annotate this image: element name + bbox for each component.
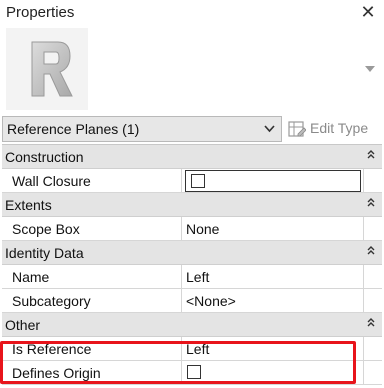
property-value: Left <box>186 341 210 357</box>
edit-type-label: Edit Type <box>310 120 369 136</box>
collapse-icon[interactable] <box>366 244 376 256</box>
group-label: Construction <box>5 149 84 165</box>
collapse-icon[interactable] <box>366 316 376 328</box>
group-label: Identity Data <box>5 245 84 261</box>
property-row-wall-closure: Wall Closure <box>2 169 382 193</box>
property-value-cell <box>183 169 363 193</box>
property-name: Defines Origin <box>12 365 101 381</box>
property-row-defines-origin: Defines Origin <box>2 361 382 385</box>
type-selector-row: Reference Planes (1) Edit Type <box>0 116 384 144</box>
collapse-icon[interactable] <box>366 196 376 208</box>
property-value-cell[interactable]: <None> <box>183 289 363 313</box>
row-edge <box>363 289 382 313</box>
chevron-down-icon <box>264 125 275 133</box>
property-name: Subcategory <box>12 293 91 309</box>
property-name-cell: Scope Box <box>2 217 182 241</box>
property-row-is-reference[interactable]: Is Reference Left <box>2 337 382 361</box>
property-value-cell[interactable]: None <box>183 217 363 241</box>
property-name-cell: Subcategory <box>2 289 182 313</box>
row-edge <box>363 337 382 361</box>
property-value: <None> <box>186 293 236 309</box>
group-header-other[interactable]: Other <box>2 313 382 337</box>
group-label: Extents <box>5 197 52 213</box>
type-selector-dropdown[interactable]: Reference Planes (1) <box>2 116 282 142</box>
property-value-cell[interactable]: Left <box>183 337 363 361</box>
close-icon[interactable]: ✕ <box>358 2 378 22</box>
property-name-cell: Wall Closure <box>2 169 182 193</box>
row-edge <box>363 361 382 385</box>
preview-dropdown-icon[interactable] <box>364 64 376 74</box>
property-value: Left <box>186 269 210 285</box>
property-row-scope-box[interactable]: Scope Box None <box>2 217 382 241</box>
row-edge <box>363 217 382 241</box>
property-name: Wall Closure <box>12 173 91 189</box>
group-label: Other <box>5 317 41 333</box>
wall-closure-editor[interactable] <box>185 170 361 192</box>
defines-origin-checkbox[interactable] <box>187 365 201 379</box>
properties-titlebar: Properties ✕ <box>0 0 384 26</box>
property-value-cell[interactable]: Left <box>183 265 363 289</box>
property-name: Name <box>12 269 50 285</box>
row-edge <box>363 169 382 193</box>
properties-grid: Construction Wall Closure Extents Scope … <box>2 144 382 388</box>
property-name-cell: Is Reference <box>2 337 182 361</box>
group-header-construction[interactable]: Construction <box>2 145 382 169</box>
revit-logo-icon <box>6 28 88 110</box>
row-edge <box>363 265 382 289</box>
property-value-cell <box>183 361 363 385</box>
type-preview[interactable] <box>0 26 384 114</box>
property-name-cell: Name <box>2 265 182 289</box>
collapse-icon[interactable] <box>366 148 376 160</box>
property-row-subcategory[interactable]: Subcategory <None> <box>2 289 382 313</box>
group-header-extents[interactable]: Extents <box>2 193 382 217</box>
property-name: Scope Box <box>12 221 80 237</box>
wall-closure-checkbox[interactable] <box>191 174 205 188</box>
property-name-cell: Defines Origin <box>2 361 182 385</box>
type-selector-value: Reference Planes (1) <box>7 121 140 137</box>
panel-title: Properties <box>6 4 75 21</box>
property-name: Is Reference <box>12 341 92 357</box>
edit-type-button[interactable]: Edit Type <box>288 116 382 142</box>
property-value: None <box>186 221 220 237</box>
property-row-name[interactable]: Name Left <box>2 265 382 289</box>
group-header-identity-data[interactable]: Identity Data <box>2 241 382 265</box>
edit-type-icon <box>288 121 306 137</box>
